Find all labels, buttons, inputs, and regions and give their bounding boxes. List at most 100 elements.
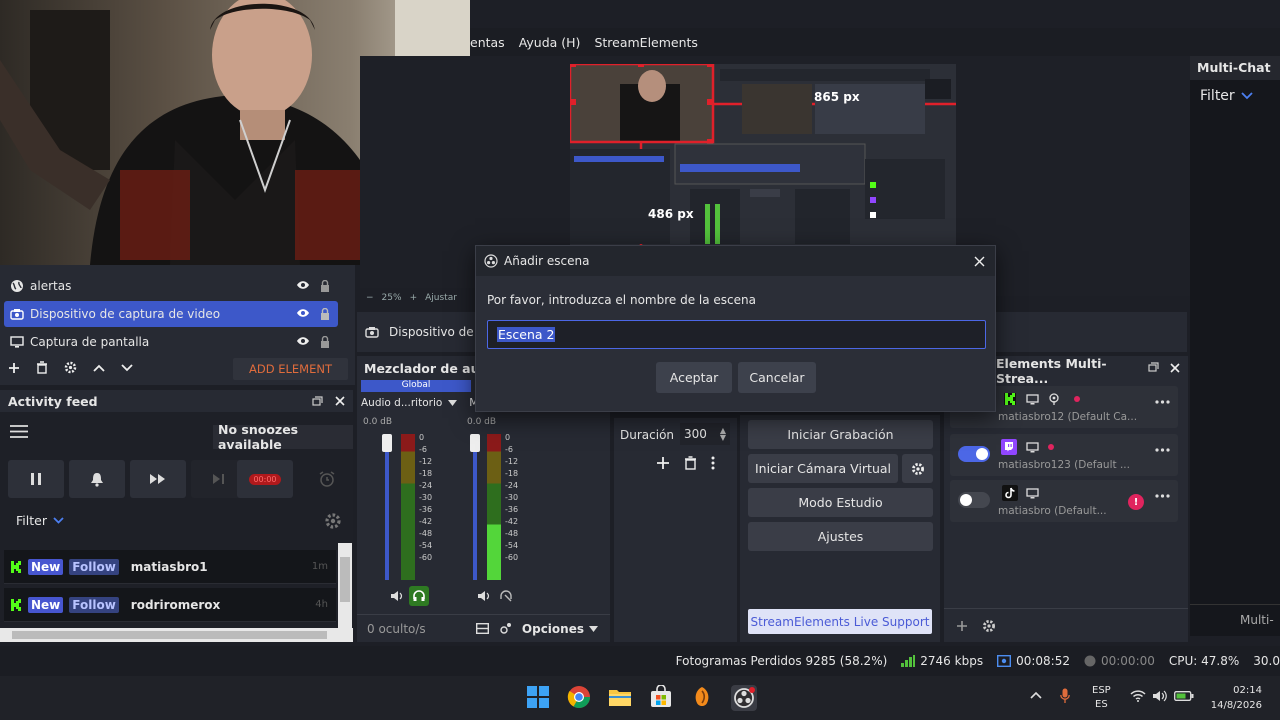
volume-icon[interactable]: [1152, 690, 1168, 702]
mixer-global-tab[interactable]: Global: [361, 380, 471, 392]
timer-button[interactable]: 00:00: [237, 460, 293, 498]
studio-mode-button[interactable]: Modo Estudio: [748, 488, 933, 517]
add-icon[interactable]: [8, 362, 20, 374]
preview-canvas[interactable]: 865 px 486 px: [570, 64, 956, 246]
lock-icon[interactable]: [320, 280, 330, 292]
file-explorer-icon[interactable]: [608, 685, 634, 711]
menu-item-streamelements[interactable]: StreamElements: [594, 35, 698, 50]
close-icon[interactable]: [974, 256, 985, 267]
undock-icon[interactable]: [312, 396, 323, 406]
chevron-down-icon[interactable]: [1241, 92, 1253, 100]
horizontal-scrollbar[interactable]: [0, 628, 353, 642]
undock-icon[interactable]: [1148, 362, 1159, 372]
battery-icon[interactable]: [1174, 690, 1194, 702]
add-element-button[interactable]: ADD ELEMENT: [233, 358, 348, 380]
menu-item-ayuda[interactable]: Ayuda (H): [519, 35, 581, 50]
close-icon[interactable]: [335, 396, 345, 406]
channel-1-fader-handle[interactable]: [382, 434, 392, 452]
clock[interactable]: 02:14 14/8/2026: [1210, 683, 1262, 713]
obs-icon[interactable]: [731, 685, 757, 711]
add-icon[interactable]: [656, 456, 670, 470]
list-item[interactable]: New Follow matiasbro1 1m: [4, 550, 336, 584]
status-dot: [1074, 396, 1080, 402]
vertical-scrollbar[interactable]: [338, 543, 352, 629]
fl-studio-icon[interactable]: [690, 685, 716, 711]
timer-value: 00:00: [249, 473, 281, 485]
destination-name: matiasbro123 (Default ...: [998, 459, 1130, 471]
speaker-icon[interactable]: [390, 590, 404, 602]
cancel-button[interactable]: Cancelar: [738, 362, 816, 393]
lock-icon[interactable]: [320, 336, 330, 348]
broadcast-icon: [997, 655, 1012, 667]
eye-icon[interactable]: [296, 308, 310, 320]
camera-icon: [365, 326, 379, 338]
alarm-icon[interactable]: [318, 470, 336, 488]
fit-button[interactable]: Ajustar: [425, 293, 457, 303]
multistream-row-twitch[interactable]: matiasbro123 (Default ...: [950, 434, 1178, 476]
eye-icon[interactable]: [296, 280, 310, 292]
menu-icon[interactable]: [10, 425, 28, 438]
live-support-button[interactable]: StreamElements Live Support: [748, 609, 932, 634]
multichat-filter[interactable]: Filter: [1200, 88, 1235, 104]
pause-button[interactable]: [8, 460, 64, 498]
stepper-icon[interactable]: ▲ ▼: [720, 427, 726, 442]
speaker-icon[interactable]: [477, 590, 491, 602]
source-item-video-capture[interactable]: Dispositivo de captura de video: [4, 301, 338, 327]
windows-start-icon[interactable]: [526, 685, 552, 711]
bell-button[interactable]: [69, 460, 125, 498]
source-item-screen-capture[interactable]: Captura de pantalla: [4, 329, 338, 355]
multichat-footer[interactable]: Multi-: [1190, 604, 1280, 634]
source-item-alertas[interactable]: alertas: [4, 273, 338, 299]
menu-item-herramientas[interactable]: entas: [470, 35, 505, 50]
scene-name-input[interactable]: Escena 2: [487, 320, 986, 349]
layout-icon[interactable]: [475, 623, 489, 634]
start-virtual-camera-button[interactable]: Iniciar Cámara Virtual: [748, 454, 898, 483]
activity-filter[interactable]: Filter: [16, 513, 64, 528]
taskbar: ESP ES 02:14 14/8/2026: [0, 676, 1280, 720]
more-horizontal-icon[interactable]: [1155, 448, 1170, 452]
add-icon[interactable]: [956, 620, 968, 632]
start-recording-button[interactable]: Iniciar Grabación: [748, 420, 933, 449]
headphones-muted-icon[interactable]: [500, 590, 512, 602]
more-horizontal-icon[interactable]: [1155, 400, 1170, 404]
new-badge: New: [28, 558, 64, 575]
gear-icon[interactable]: [64, 361, 77, 374]
chevron-up-icon[interactable]: [1030, 691, 1042, 699]
store-icon[interactable]: [649, 685, 675, 711]
more-horizontal-icon[interactable]: [1155, 494, 1170, 498]
advanced-settings-icon[interactable]: [499, 622, 512, 635]
settings-button[interactable]: Ajustes: [748, 522, 933, 551]
more-vertical-icon[interactable]: [711, 456, 715, 470]
zoom-out-button[interactable]: −: [366, 293, 374, 303]
warning-icon[interactable]: !: [1128, 494, 1144, 510]
close-icon[interactable]: [1170, 363, 1180, 373]
virtual-camera-settings-button[interactable]: [902, 454, 933, 483]
toggle-switch[interactable]: [958, 492, 990, 508]
accept-button[interactable]: Aceptar: [656, 362, 732, 393]
source-label: alertas: [30, 279, 72, 293]
channel-2-fader-track[interactable]: [473, 434, 477, 580]
microphone-icon[interactable]: [1060, 688, 1070, 704]
move-up-icon[interactable]: [93, 364, 105, 372]
gear-icon[interactable]: [982, 619, 996, 633]
multistream-row-tiktok[interactable]: matiasbro (Default... !: [950, 480, 1178, 522]
language-indicator[interactable]: ESP ES: [1092, 684, 1111, 712]
wifi-icon[interactable]: [1130, 690, 1146, 702]
channel-menu-icon[interactable]: [448, 400, 458, 406]
chrome-icon[interactable]: [567, 685, 593, 711]
duration-input[interactable]: 300 ▲ ▼: [680, 423, 730, 445]
lock-icon[interactable]: [320, 308, 330, 320]
toggle-switch[interactable]: [958, 446, 990, 462]
trash-icon[interactable]: [684, 456, 697, 470]
list-item[interactable]: New Follow rodriromerox 4h: [4, 588, 336, 622]
trash-icon[interactable]: [36, 361, 48, 374]
headphones-icon[interactable]: [409, 586, 429, 606]
eye-icon[interactable]: [296, 336, 310, 348]
zoom-in-button[interactable]: +: [410, 293, 418, 303]
options-dropdown[interactable]: Opciones: [522, 622, 598, 636]
move-down-icon[interactable]: [121, 363, 133, 372]
skip-button[interactable]: [130, 460, 186, 498]
channel-1-fader-track[interactable]: [385, 434, 389, 580]
gear-icon[interactable]: [324, 512, 342, 530]
channel-2-fader-handle[interactable]: [470, 434, 480, 452]
